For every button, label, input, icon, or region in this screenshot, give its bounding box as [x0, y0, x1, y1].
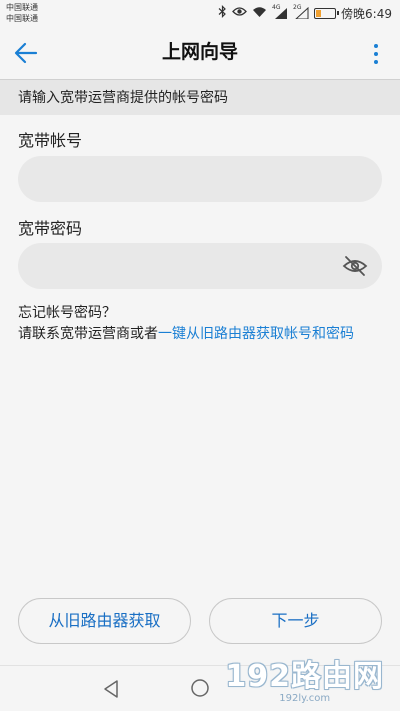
status-time: 傍晚6:49 [341, 6, 392, 21]
battery-level [316, 9, 322, 17]
contact-isp-text: 请联系宽带运营商或者一键从旧路由器获取帐号和密码 [18, 324, 354, 345]
instruction-banner: 请输入宽带运营商提供的帐号密码 [0, 79, 400, 115]
more-vertical-icon [374, 44, 378, 48]
network-type-2: 2G [293, 4, 302, 11]
status-bar: 中国联通 中国联通 4G 2G 傍晚6:49 [0, 0, 400, 28]
navigation-bar [0, 665, 400, 711]
arrow-left-icon [14, 42, 38, 64]
carrier-1: 中国联通 [6, 3, 38, 12]
app-header: 上网向导 [0, 28, 400, 78]
toggle-password-visibility-button[interactable] [342, 255, 368, 277]
help-text: 忘记帐号密码？ 请联系宽带运营商或者一键从旧路由器获取帐号和密码 [18, 303, 354, 345]
password-input[interactable] [18, 243, 382, 289]
account-label: 宽带帐号 [18, 131, 83, 150]
eye-icon [232, 6, 247, 20]
forgot-password-text: 忘记帐号密码？ [18, 305, 116, 321]
status-icons: 4G 2G 傍晚6:49 [218, 4, 392, 21]
get-from-old-router-button[interactable]: 从旧路由器获取 [18, 598, 191, 644]
retrieve-from-old-router-link[interactable]: 一键从旧路由器获取帐号和密码 [158, 326, 354, 342]
nav-home-button[interactable] [190, 678, 210, 698]
triangle-back-icon [104, 680, 118, 698]
nav-back-button[interactable] [102, 679, 120, 699]
circle-home-icon [191, 679, 209, 697]
password-label: 宽带密码 [18, 219, 83, 238]
network-type-1: 4G [272, 4, 281, 11]
more-options-button[interactable] [366, 40, 386, 68]
battery-icon [314, 7, 340, 19]
wifi-icon [252, 6, 267, 21]
next-button[interactable]: 下一步 [209, 598, 382, 644]
eye-off-icon [342, 256, 368, 276]
password-field-container [18, 243, 382, 289]
account-field-container [18, 156, 382, 202]
signal-icon: 4G [272, 4, 288, 19]
bluetooth-icon [218, 5, 227, 21]
page-title: 上网向导 [161, 41, 238, 63]
back-button[interactable] [10, 38, 42, 68]
account-input[interactable] [18, 156, 382, 202]
contact-isp-prefix: 请联系宽带运营商或者 [18, 326, 158, 342]
carrier-2: 中国联通 [6, 14, 38, 23]
signal-icon: 2G [293, 4, 309, 20]
